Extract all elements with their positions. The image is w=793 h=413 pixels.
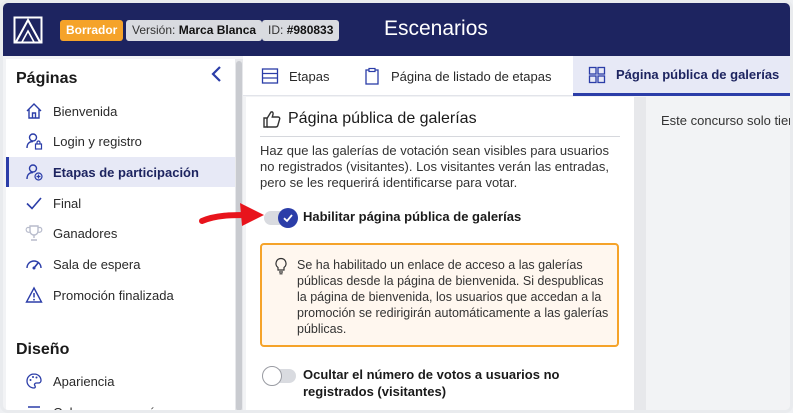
sidebar-item-label: Cabecera y menú [53,404,156,413]
info-note: Se ha habilitado un enlace de acceso a l… [260,243,619,347]
panel-title: Página pública de galerías [262,109,477,129]
chevron-left-icon[interactable] [209,65,225,83]
tab-pagina-publica[interactable]: Página pública de galerías [573,56,790,96]
sidebar-section-design: Diseño [16,341,70,358]
settings-panel: Página pública de galerías Haz que las g… [246,97,634,410]
id-badge: ID: #980833 [262,20,340,41]
sidebar-scrollbar[interactable] [235,59,243,410]
clipboard-icon [362,66,382,86]
sidebar-item-bienvenida[interactable]: Bienvenida [6,96,235,126]
preview-panel: Este concurso solo tiene una etapa de pa… [646,97,790,410]
tab-etapas[interactable]: Etapas [260,56,329,96]
toggle-knob [278,208,298,228]
tab-label: Página de listado de etapas [391,68,552,84]
lightbulb-icon [275,257,287,275]
status-badge: Borrador [60,20,124,41]
sidebar-item-etapas[interactable]: Etapas de participación [6,157,235,187]
top-bar: Borrador Versión: Marca Blanca ID: #9808… [3,3,790,56]
sidebar-item-label: Login y registro [53,133,142,149]
warning-icon [24,285,44,305]
gauge-icon [24,254,44,274]
sidebar-item-cabecera[interactable]: Cabecera y menú [6,397,235,413]
toggle-public-galleries-label: Habilitar página pública de galerías [303,209,522,224]
toggle-knob [262,366,282,386]
panel-scrollbar[interactable] [634,97,646,410]
sidebar-item-label: Bienvenida [53,103,118,119]
user-add-icon [24,162,44,182]
info-note-text: Se ha habilitado un enlace de acceso a l… [297,258,609,336]
trophy-icon [24,223,44,243]
sidebar-section-pages: Páginas [16,70,78,87]
sidebar-item-label: Final [53,195,82,211]
tab-label: Etapas [289,68,330,84]
sidebar-item-sala-espera[interactable]: Sala de espera [6,249,235,279]
sidebar-item-apariencia[interactable]: Apariencia [6,366,235,396]
sidebar: Páginas Bienvenida Login y registro Etap… [6,59,235,413]
toggle-hide-votes[interactable] [262,366,296,386]
preview-text: Este concurso solo tiene una etapa de pa… [661,113,790,128]
sidebar-item-label: Etapas de participación [53,164,199,180]
toggle-public-galleries[interactable] [264,208,298,228]
toggle-hide-votes-label: Ocultar el número de votos a usuarios no… [303,367,560,399]
sidebar-item-promocion-finalizada[interactable]: Promoción finalizada [6,280,235,310]
logo-icon [13,16,43,44]
thumbs-up-icon [263,111,281,128]
list-icon [260,66,280,86]
menu-icon [24,402,44,410]
app-window: Borrador Versión: Marca Blanca ID: #9808… [0,0,793,413]
check-icon [283,214,293,223]
panel-description: Haz que las galerías de votación sean vi… [260,143,610,190]
divider [260,136,620,137]
home-icon [24,101,44,121]
tab-bar: Etapas Página de listado de etapas Págin… [243,56,790,96]
red-arrow-annotation [199,203,264,226]
sidebar-item-label: Promoción finalizada [53,287,174,303]
tab-label: Página pública de galerías [616,67,780,82]
page-title: Escenarios [384,17,488,40]
sidebar-item-login[interactable]: Login y registro [6,126,235,156]
palette-icon [24,371,44,391]
user-lock-icon [24,131,44,151]
sidebar-scrollbar-thumb[interactable] [236,61,242,410]
grid-icon [587,65,607,85]
sidebar-item-label: Ganadores [53,225,118,241]
sidebar-item-label: Sala de espera [53,256,141,272]
version-badge: Versión: Marca Blanca [126,20,263,41]
tab-listado-etapas[interactable]: Página de listado de etapas [362,56,551,96]
check-icon [24,193,44,213]
sidebar-item-label: Apariencia [53,373,115,389]
